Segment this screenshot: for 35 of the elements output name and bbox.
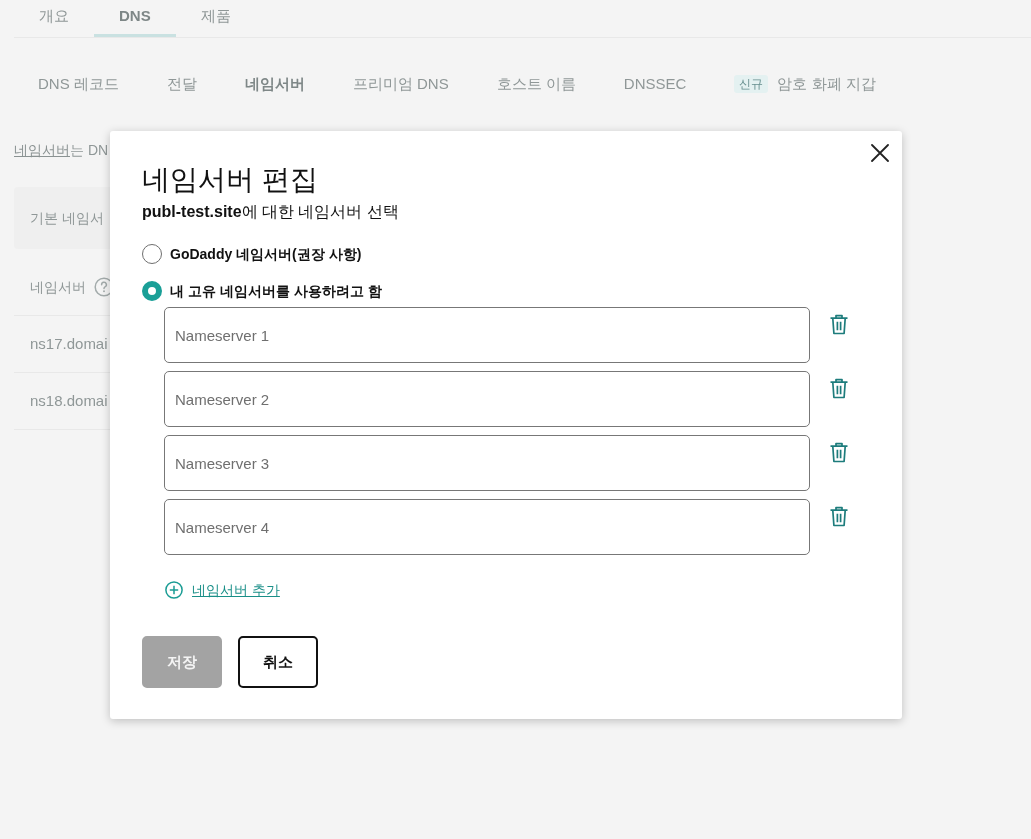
subtab[interactable]: 네임서버 <box>244 74 305 94</box>
add-nameserver-link[interactable]: 네임서버 추가 <box>165 580 280 600</box>
nameserver-link[interactable]: 네임서버 <box>14 142 70 158</box>
dialog-title: 네임서버 편집 <box>142 163 318 197</box>
subtab[interactable]: 신규 암호 화폐 지갑 <box>734 74 876 94</box>
subtab[interactable]: 호스트 이름 <box>496 74 576 94</box>
nameserver-input[interactable]: Nameserver 2 <box>164 371 810 427</box>
trash-icon[interactable] <box>829 442 849 463</box>
card-title: 기본 네임서 <box>30 209 104 228</box>
table-cell: ns18.domai <box>30 391 108 411</box>
subtab[interactable]: 프리미엄 DNS <box>352 74 449 94</box>
intro-text: 네임서버 는 DN <box>14 141 109 160</box>
column-header: 네임서버 <box>30 278 86 297</box>
subtab[interactable]: 전달 <box>166 74 197 94</box>
option-label: 내 고유 네임서버를 사용하려고 함 <box>170 282 382 301</box>
tab[interactable]: 개요 <box>14 0 94 37</box>
radio-button[interactable] <box>142 281 162 301</box>
nameserver-input[interactable]: Nameserver 1 <box>164 307 810 363</box>
table-cell: ns17.domai <box>30 334 108 354</box>
dialog-subtitle: publ-test.site에 대한 네임서버 선택 <box>142 202 399 222</box>
trash-icon[interactable] <box>829 314 849 335</box>
close-icon[interactable] <box>871 144 889 162</box>
nameserver-input[interactable]: Nameserver 3 <box>164 435 810 491</box>
radio-button[interactable] <box>142 244 162 264</box>
nameserver-input[interactable]: Nameserver 4 <box>164 499 810 555</box>
tab[interactable]: DNS <box>94 0 176 37</box>
trash-icon[interactable] <box>829 506 849 527</box>
option-label: GoDaddy 네임서버(권장 사항) <box>170 245 362 264</box>
subtab[interactable]: DNSSEC <box>623 74 687 94</box>
tab[interactable]: 제품 <box>175 0 256 37</box>
cancel-button[interactable]: 취소 <box>238 636 318 688</box>
subtab[interactable]: DNS 레코드 <box>38 74 119 94</box>
trash-icon[interactable] <box>829 378 849 399</box>
new-badge: 신규 <box>734 75 769 93</box>
plus-circle-icon <box>165 581 183 599</box>
